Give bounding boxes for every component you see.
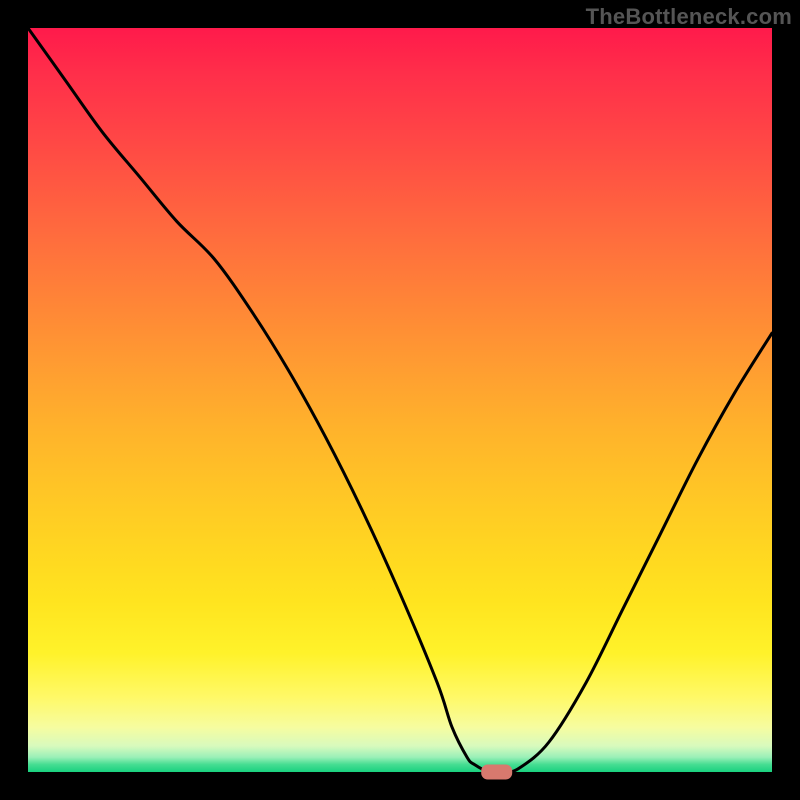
chart-frame: TheBottleneck.com — [0, 0, 800, 800]
plot-svg — [28, 28, 772, 772]
watermark-text: TheBottleneck.com — [586, 4, 792, 30]
optimum-marker — [482, 765, 512, 779]
plot-area — [28, 28, 772, 772]
bottleneck-curve — [28, 28, 772, 773]
